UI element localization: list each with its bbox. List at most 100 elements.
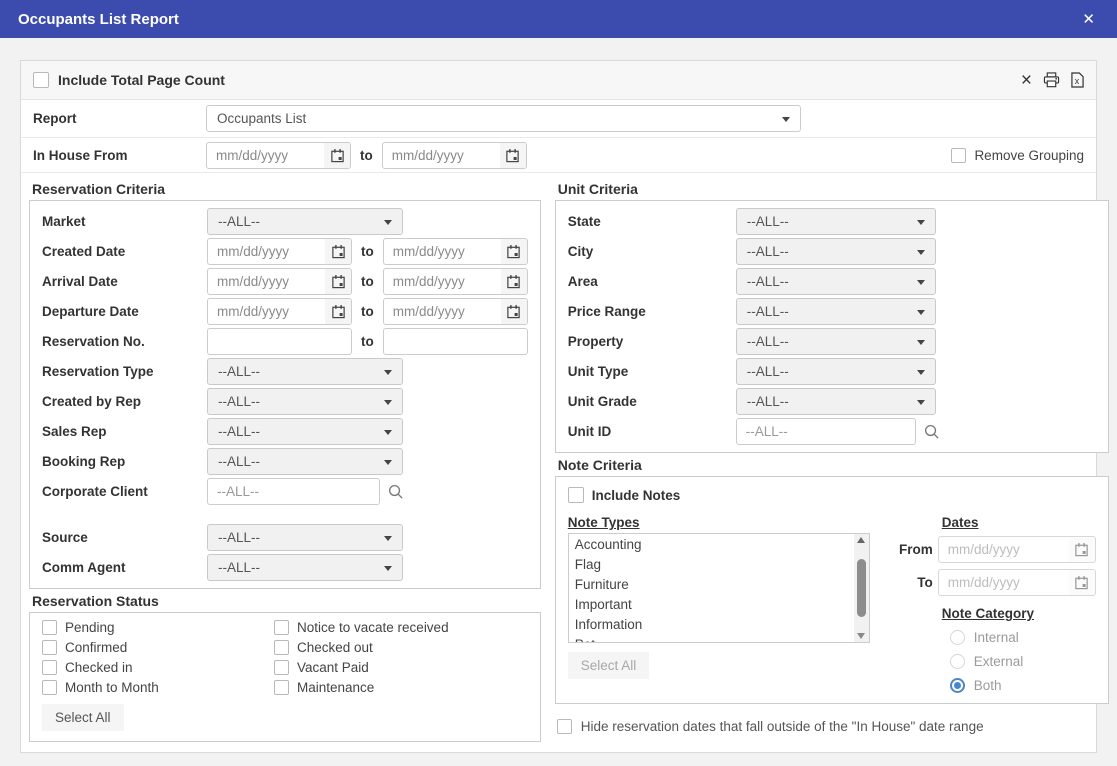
calendar-icon[interactable]: [501, 239, 527, 264]
calendar-icon[interactable]: [501, 269, 527, 294]
search-icon[interactable]: [387, 483, 404, 500]
reservation-type-dropdown[interactable]: --ALL--: [207, 358, 403, 385]
checkbox-pending[interactable]: [42, 620, 57, 635]
property-row: Property --ALL--: [556, 326, 1108, 356]
market-value: --ALL--: [218, 214, 260, 229]
in-house-from-input[interactable]: [207, 143, 324, 168]
comm-agent-row: Comm Agent --ALL--: [30, 552, 540, 582]
area-dropdown[interactable]: --ALL--: [736, 268, 936, 295]
note-date-from[interactable]: [938, 536, 1096, 563]
calendar-icon[interactable]: [500, 143, 526, 168]
calendar-icon[interactable]: [325, 299, 351, 324]
city-dropdown[interactable]: --ALL--: [736, 238, 936, 265]
created-date-from-input[interactable]: [208, 239, 325, 264]
excel-export-icon[interactable]: x: [1071, 72, 1084, 88]
created-by-rep-label: Created by Rep: [42, 394, 207, 409]
printer-icon[interactable]: [1043, 72, 1060, 88]
report-dropdown[interactable]: Occupants List: [206, 105, 801, 132]
state-dropdown[interactable]: --ALL--: [736, 208, 936, 235]
note-select-all-button[interactable]: Select All: [568, 652, 650, 679]
radio-internal[interactable]: [950, 630, 965, 645]
clear-icon[interactable]: ×: [1021, 71, 1032, 90]
in-house-from-date[interactable]: [206, 142, 351, 169]
unit-id-input[interactable]: [736, 418, 916, 445]
created-date-from[interactable]: [207, 238, 352, 265]
sales-rep-dropdown[interactable]: --ALL--: [207, 418, 403, 445]
departure-date-from[interactable]: [207, 298, 352, 325]
city-label: City: [568, 244, 736, 259]
checkbox-vacant-paid-label: Vacant Paid: [297, 660, 369, 675]
radio-both[interactable]: [950, 678, 965, 693]
source-value: --ALL--: [218, 530, 260, 545]
unit-grade-dropdown[interactable]: --ALL--: [736, 388, 936, 415]
unit-grade-value: --ALL--: [747, 394, 789, 409]
unit-criteria-box: State --ALL-- City --ALL-- Area --ALL-- …: [555, 200, 1109, 453]
hide-reservation-dates-checkbox[interactable]: [557, 719, 572, 734]
dialog-close-icon[interactable]: ✕: [1078, 8, 1099, 30]
note-type-item[interactable]: Pet: [575, 635, 854, 642]
hide-reservation-dates-label: Hide reservation dates that fall outside…: [581, 719, 984, 734]
scroll-up-icon[interactable]: [857, 537, 865, 543]
created-date-label: Created Date: [42, 244, 207, 259]
comm-agent-dropdown[interactable]: --ALL--: [207, 554, 403, 581]
calendar-icon[interactable]: [501, 299, 527, 324]
note-type-item[interactable]: Important: [575, 595, 854, 615]
remove-grouping-checkbox[interactable]: [951, 148, 966, 163]
checkbox-month-to-month[interactable]: [42, 680, 57, 695]
scrollbar-thumb[interactable]: [857, 559, 866, 617]
note-date-from-input[interactable]: [939, 537, 1069, 562]
in-house-to-input[interactable]: [383, 143, 500, 168]
unit-type-label: Unit Type: [568, 364, 736, 379]
created-date-to[interactable]: [383, 238, 528, 265]
search-icon[interactable]: [923, 423, 940, 440]
checkbox-confirmed[interactable]: [42, 640, 57, 655]
checkbox-notice-to-vacate[interactable]: [274, 620, 289, 635]
market-dropdown[interactable]: --ALL--: [207, 208, 403, 235]
calendar-icon[interactable]: [1069, 570, 1095, 595]
note-types-listbox[interactable]: Accounting Flag Furniture Important Info…: [568, 533, 870, 643]
radio-external[interactable]: [950, 654, 965, 669]
note-date-to-input[interactable]: [939, 570, 1069, 595]
reservation-no-from-input[interactable]: [207, 328, 352, 355]
scroll-down-icon[interactable]: [857, 633, 865, 639]
calendar-icon[interactable]: [325, 269, 351, 294]
departure-date-to-input[interactable]: [384, 299, 501, 324]
checkbox-maintenance-label: Maintenance: [297, 680, 374, 695]
scrollbar[interactable]: [854, 534, 869, 642]
arrival-date-from[interactable]: [207, 268, 352, 295]
unit-grade-label: Unit Grade: [568, 394, 736, 409]
checkbox-maintenance[interactable]: [274, 680, 289, 695]
checkbox-vacant-paid[interactable]: [274, 660, 289, 675]
checkbox-checked-out[interactable]: [274, 640, 289, 655]
include-total-page-count-checkbox[interactable]: [33, 72, 49, 88]
property-dropdown[interactable]: --ALL--: [736, 328, 936, 355]
booking-rep-dropdown[interactable]: --ALL--: [207, 448, 403, 475]
unit-criteria-title: Unit Criteria: [555, 177, 1109, 200]
in-house-to-date[interactable]: [382, 142, 527, 169]
note-type-item[interactable]: Information: [575, 615, 854, 635]
note-type-item[interactable]: Flag: [575, 555, 854, 575]
source-dropdown[interactable]: --ALL--: [207, 524, 403, 551]
price-range-dropdown[interactable]: --ALL--: [736, 298, 936, 325]
note-type-item[interactable]: Furniture: [575, 575, 854, 595]
created-date-to-input[interactable]: [384, 239, 501, 264]
note-type-item[interactable]: Accounting: [575, 535, 854, 555]
arrival-date-from-input[interactable]: [208, 269, 325, 294]
status-select-all-button[interactable]: Select All: [42, 704, 124, 731]
reservation-no-to-input[interactable]: [383, 328, 528, 355]
calendar-icon[interactable]: [325, 239, 351, 264]
radio-external-label: External: [974, 654, 1024, 669]
note-date-to[interactable]: [938, 569, 1096, 596]
corporate-client-input[interactable]: [207, 478, 380, 505]
calendar-icon[interactable]: [324, 143, 350, 168]
calendar-icon[interactable]: [1069, 537, 1095, 562]
arrival-date-to[interactable]: [383, 268, 528, 295]
include-notes-checkbox[interactable]: [568, 487, 584, 503]
checkbox-checked-in[interactable]: [42, 660, 57, 675]
created-by-rep-dropdown[interactable]: --ALL--: [207, 388, 403, 415]
unit-type-dropdown[interactable]: --ALL--: [736, 358, 936, 385]
unit-type-row: Unit Type --ALL--: [556, 356, 1108, 386]
departure-date-to[interactable]: [383, 298, 528, 325]
departure-date-from-input[interactable]: [208, 299, 325, 324]
arrival-date-to-input[interactable]: [384, 269, 501, 294]
